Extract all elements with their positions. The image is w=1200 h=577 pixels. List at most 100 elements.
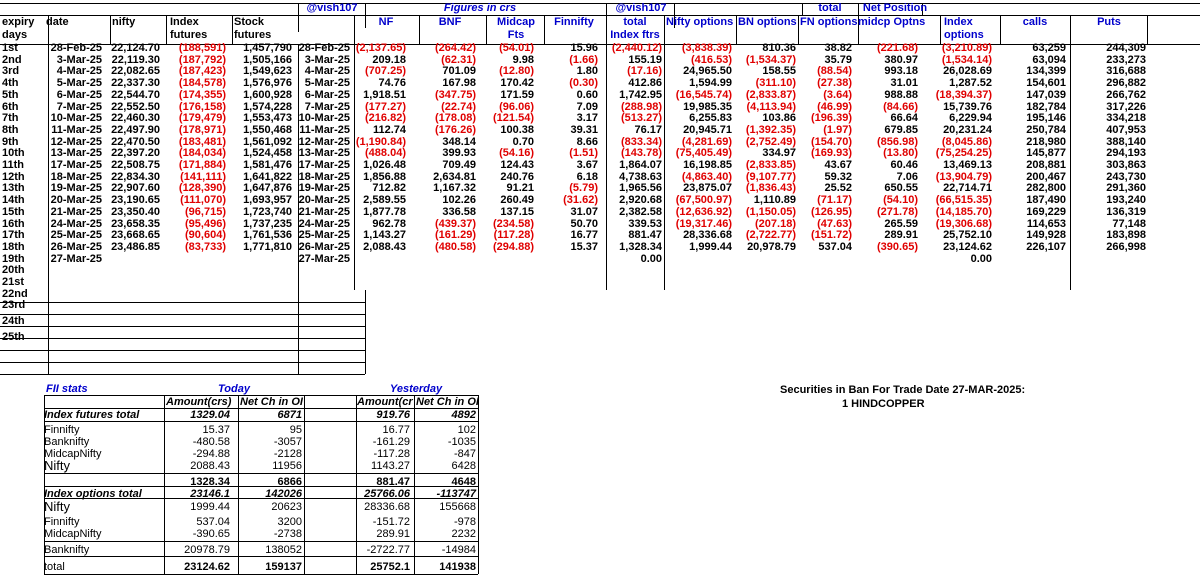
row-22-nifty <box>104 288 160 300</box>
row-21-nf <box>352 276 406 288</box>
fii-row-6-label <box>44 476 162 488</box>
row-19-date: 27-Mar-25 <box>50 252 102 265</box>
row-5-fin: 0.60 <box>576 88 598 101</box>
row-3-date: 4-Mar-25 <box>56 65 102 78</box>
fii-row-6-today-amount: 1328.34 <box>190 476 230 488</box>
row-4-puts: 296,882 <box>1106 77 1146 90</box>
row-15-tot: 2,382.58 <box>619 205 662 218</box>
row-6-idx: (176,158) <box>178 100 226 113</box>
fii-row-11-yest-oi: -14984 <box>441 544 476 556</box>
fii-netch-header: Net Ch in OI <box>240 396 303 408</box>
row-7-fin: 3.17 <box>576 112 598 125</box>
row-16-calls: 114,653 <box>1026 217 1066 230</box>
row-22-day: 22nd <box>2 287 28 300</box>
row-16-fin: 50.70 <box>570 217 598 230</box>
row-4-fin: (0.30) <box>569 77 598 90</box>
fii-row-5-today-amount: 2088.43 <box>190 460 230 472</box>
row-11-date2: 17-Mar-25 <box>298 159 350 171</box>
row-21-midopt <box>854 276 918 288</box>
row-22-stk <box>228 288 292 300</box>
row-7-day: 7th <box>2 112 19 125</box>
row-24-date <box>50 315 102 327</box>
row-8-calls: 250,784 <box>1026 123 1066 136</box>
row-9-nf: (1,190.84) <box>355 135 406 148</box>
row-15-date2: 21-Mar-25 <box>298 205 350 218</box>
fii-row-11-today-amount: 20978.79 <box>184 544 230 556</box>
grid-vline <box>736 15 737 44</box>
row-6-bnf: (22.74) <box>441 100 476 113</box>
row-3-nifty: 22,082.65 <box>111 65 160 78</box>
row-12-fin: 6.18 <box>576 170 598 183</box>
row-23-nifty <box>104 299 160 311</box>
row-15-idx: (96,715) <box>185 205 226 218</box>
row-4-date: 5-Mar-25 <box>56 77 102 90</box>
row-17-nopt: 28,336.68 <box>683 229 732 242</box>
row-10-mid: (54.16) <box>499 147 534 160</box>
fii-row-9-today-amount: 537.04 <box>196 516 230 528</box>
row-5-day: 5th <box>2 88 19 101</box>
row-3-calls: 134,399 <box>1026 65 1066 78</box>
row-5-idxopt: (18,394.37) <box>935 88 992 101</box>
row-9-midopt: (856.98) <box>877 135 918 148</box>
row-11-idx: (171,884) <box>178 159 226 171</box>
row-4-midopt: 31.01 <box>890 77 918 90</box>
row-4-bnopt: (311.10) <box>755 77 796 90</box>
row-8-idxopt: 20,231.24 <box>943 123 992 136</box>
user-tag-1: @vish107 <box>306 2 358 14</box>
fii-row-3-yest-oi: -1035 <box>447 436 476 448</box>
row-20-bnopt <box>734 264 796 276</box>
row-14-nopt: (67,500.97) <box>675 194 732 207</box>
row-24-bnopt <box>734 315 796 327</box>
row-10-stk: 1,524,458 <box>243 147 292 160</box>
row-18-nf: 2,088.43 <box>363 240 406 253</box>
row-4-nifty: 22,337.30 <box>111 77 160 90</box>
row-2-nf: 209.18 <box>372 53 406 66</box>
row-14-day: 14th <box>2 194 25 207</box>
row-6-nf: (177.27) <box>365 100 406 113</box>
row-23-nf <box>352 299 406 311</box>
header-midcp-optns: midcp Optns <box>858 16 926 28</box>
row-7-calls: 195,146 <box>1026 112 1066 125</box>
row-14-nifty: 23,190.65 <box>111 194 160 207</box>
row-4-mid: 170.42 <box>500 77 534 90</box>
fii-row-6-today-oi: 6866 <box>277 476 302 488</box>
row-8-nopt: 20,945.71 <box>683 123 732 136</box>
grid-vline <box>354 15 355 44</box>
row-17-puts: 183,898 <box>1106 229 1146 242</box>
grid-vline <box>298 3 299 32</box>
row-17-date2: 25-Mar-25 <box>298 229 350 242</box>
row-20-puts <box>1068 264 1146 276</box>
fii-row-10-today-oi: -2738 <box>273 528 302 540</box>
row-1-calls: 63,259 <box>1032 42 1066 54</box>
row-3-fin: 1.80 <box>576 65 598 78</box>
row-12-bnf: 2,634.81 <box>433 170 476 183</box>
row-1-date2: 28-Feb-25 <box>298 42 350 54</box>
fii-row-3-yest-amount: -161.29 <box>372 436 410 448</box>
row-23-fin <box>536 299 598 311</box>
row-16-tot: 339.53 <box>628 217 662 230</box>
row-5-nifty: 22,544.70 <box>111 88 160 101</box>
row-16-bnopt: (207.18) <box>755 217 796 230</box>
header-index: Index <box>170 16 199 28</box>
row-12-date2: 18-Mar-25 <box>298 170 350 183</box>
row-21-idxopt <box>920 276 992 288</box>
row-14-idx: (111,070) <box>180 194 226 207</box>
fii-row-4-today-oi: -2128 <box>273 448 302 460</box>
row-17-bnopt: (2,722.77) <box>745 229 796 242</box>
row-8-tot: 76.17 <box>634 123 662 136</box>
row-6-date2: 7-Mar-25 <box>304 100 350 113</box>
row-5-date: 6-Mar-25 <box>56 88 102 101</box>
row-19-nifty <box>104 253 160 265</box>
row-19-date2: 27-Mar-25 <box>298 252 350 265</box>
row-9-nifty: 22,470.50 <box>111 135 160 148</box>
row-20-midopt <box>854 264 918 276</box>
row-3-nopt: 24,965.50 <box>683 65 732 78</box>
row-21-puts <box>1068 276 1146 288</box>
fii-row-6-yest-amount: 881.47 <box>376 476 410 488</box>
fii-row-12-label: total <box>44 561 65 573</box>
row-18-calls: 226,107 <box>1026 240 1066 253</box>
row-22-puts <box>1068 288 1146 300</box>
row-24-nopt <box>664 315 732 327</box>
row-19-tot: 0.00 <box>640 252 662 265</box>
row-13-tot: 1,965.56 <box>619 182 662 195</box>
